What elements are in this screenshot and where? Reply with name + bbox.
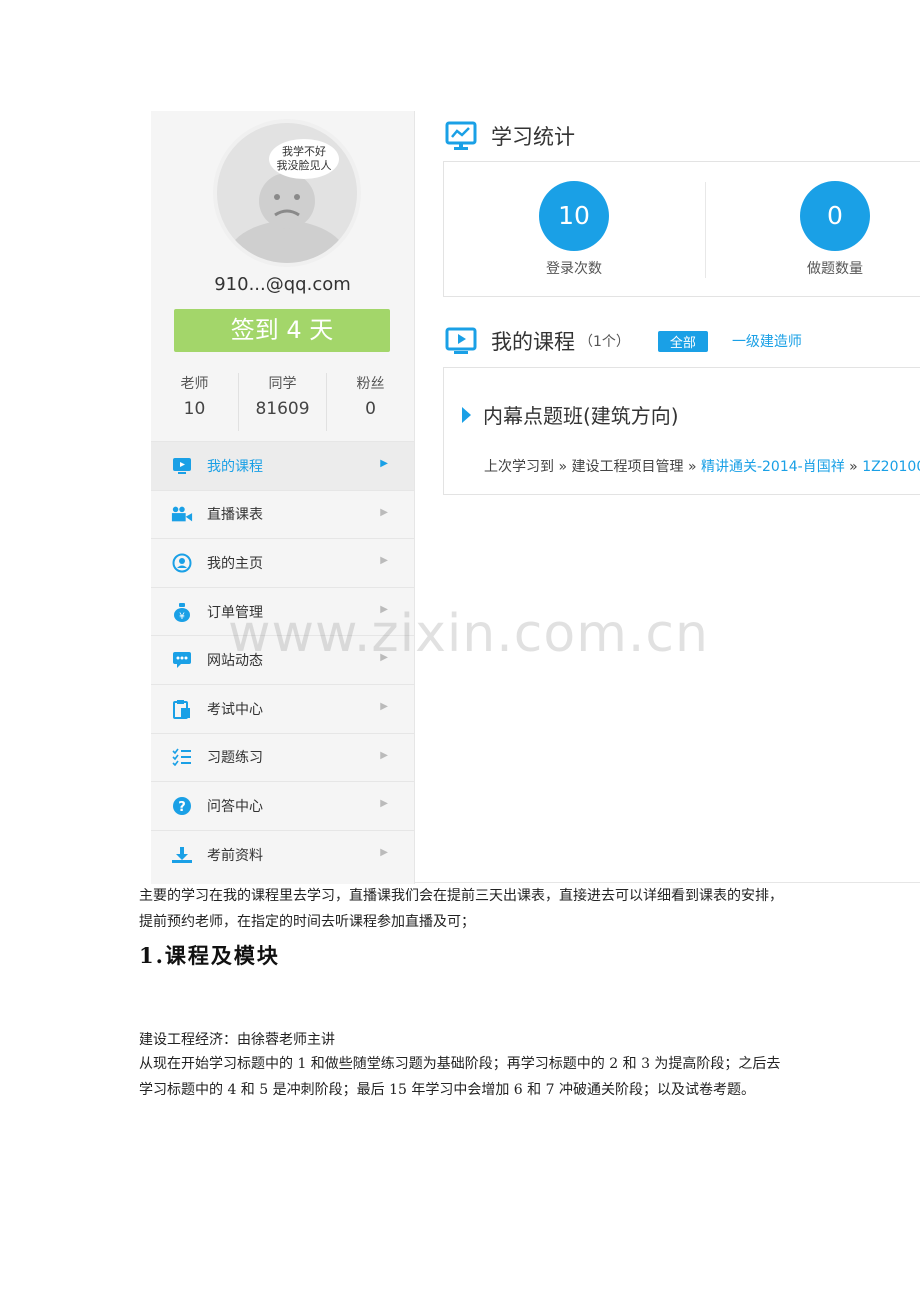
last-studied-lesson-link[interactable]: 1Z20100	[862, 459, 920, 475]
last-studied-subject: 建设工程项目管理	[571, 459, 684, 475]
stat-value: 10	[183, 399, 206, 419]
stat-label: 粉丝	[356, 376, 385, 392]
last-studied-prefix: 上次学习到	[484, 459, 554, 475]
screenshot-area: 我学不好 我没脸见人 910...@qq.com 签到 4 天 老师 10 同学…	[0, 0, 920, 884]
svg-text:¥: ¥	[179, 612, 185, 622]
sidebar-item-label: 考试中心	[207, 701, 263, 718]
stat-classmates[interactable]: 同学 81609	[239, 373, 327, 431]
monitor-icon	[445, 327, 477, 354]
user-stats: 老师 10 同学 81609 粉丝 0	[151, 373, 414, 431]
study-stats-title: 学习统计	[491, 125, 575, 149]
section-heading: 1.课程及模块	[139, 943, 280, 968]
stat-value: 0	[365, 399, 376, 419]
sidebar-item-label: 考前资料	[207, 847, 263, 864]
user-email: 910...@qq.com	[214, 274, 351, 295]
course-card: 内幕点题班(建筑方向) 上次学习到 » 建设工程项目管理 » 精讲通关-2014…	[443, 367, 920, 495]
course-title-row[interactable]: 内幕点题班(建筑方向)	[462, 400, 679, 429]
clipboard-icon	[171, 698, 193, 720]
course-count: （1个）	[579, 334, 630, 350]
stat-fans[interactable]: 粉丝 0	[327, 373, 414, 431]
sidebar-item-label: 我的主页	[207, 555, 263, 572]
monitor-icon	[171, 455, 193, 477]
sidebar-item-homepage[interactable]: 我的主页 ▶	[151, 538, 414, 587]
stat-label: 同学	[268, 376, 297, 392]
last-studied: 上次学习到 » 建设工程项目管理 » 精讲通关-2014-肖国祥 » 1Z201…	[484, 456, 920, 476]
chevron-right-icon: ▶	[380, 700, 388, 712]
sidebar-item-live-schedule[interactable]: 直播课表 ▶	[151, 489, 414, 539]
login-count-value: 10	[539, 181, 609, 251]
filter-first-class-link[interactable]: 一级建造师	[732, 331, 802, 351]
signin-button[interactable]: 签到 4 天	[174, 309, 390, 352]
last-studied-course-link[interactable]: 精讲通关-2014-肖国祥	[701, 459, 845, 475]
chevron-right-icon: ▶	[380, 749, 388, 761]
chevron-right-icon: ▶	[380, 846, 388, 858]
breadcrumb-separator: »	[558, 459, 568, 475]
user-circle-icon	[171, 552, 193, 574]
divider	[705, 182, 706, 278]
chart-board-icon	[445, 121, 477, 150]
camera-icon	[171, 503, 193, 525]
breadcrumb-separator: »	[687, 459, 697, 475]
watermark: www.zixin.com.cn	[228, 604, 709, 664]
chevron-right-icon: ▶	[380, 798, 388, 810]
sidebar-item-label: 习题练习	[207, 750, 263, 767]
course-teacher-line: 建设工程经济：由徐蓉老师主讲	[139, 1032, 335, 1048]
chat-icon	[171, 649, 193, 671]
triangle-right-icon	[462, 406, 471, 423]
sidebar-item-label: 我的课程	[207, 458, 263, 475]
study-stats-panel: 10 登录次数 0 做题数量	[443, 161, 920, 297]
course-title: 内幕点题班(建筑方向)	[483, 404, 679, 428]
filter-all-button[interactable]: 全部	[657, 330, 708, 352]
question-icon: ?	[171, 795, 193, 817]
sidebar-item-qa-center[interactable]: ? 问答中心 ▶	[151, 781, 414, 830]
avatar-bubble: 我学不好 我没脸见人	[269, 139, 339, 179]
sidebar-item-my-courses[interactable]: 我的课程 ▶	[151, 441, 414, 490]
sidebar-item-exercises[interactable]: 习题练习 ▶	[151, 732, 414, 782]
stat-value: 81609	[255, 399, 310, 419]
svg-text:?: ?	[178, 800, 186, 815]
my-courses-heading: 我的课程 （1个） 全部 一级建造师	[445, 326, 802, 356]
chevron-right-icon: ▶	[380, 506, 388, 518]
question-count-label: 做题数量	[807, 261, 863, 277]
download-icon	[171, 844, 193, 866]
stat-teachers[interactable]: 老师 10	[151, 373, 239, 431]
question-count-value: 0	[800, 181, 870, 251]
study-plan-paragraph: 从现在开始学习标题中的 1 和做些随堂练习题为基础阶段；再学习标题中的 2 和 …	[139, 1056, 781, 1098]
avatar[interactable]: 我学不好 我没脸见人	[213, 119, 361, 267]
sidebar-item-pre-exam-materials[interactable]: 考前资料 ▶	[151, 829, 414, 879]
chevron-right-icon: ▶	[380, 555, 388, 567]
sidebar: 我学不好 我没脸见人 910...@qq.com 签到 4 天 老师 10 同学…	[151, 111, 415, 884]
login-count-label: 登录次数	[546, 261, 602, 277]
intro-paragraph: 主要的学习在我的课程里去学习，直播课我们会在提前三天出课表，直接进去可以详细看到…	[139, 888, 783, 930]
chevron-right-icon: ▶	[380, 458, 388, 469]
my-courses-title: 我的课程	[491, 330, 575, 354]
breadcrumb-separator: »	[849, 459, 858, 475]
sidebar-item-label: 直播课表	[207, 507, 263, 524]
money-bag-icon: ¥	[171, 601, 193, 623]
sidebar-item-label: 问答中心	[207, 798, 263, 815]
checklist-icon	[171, 746, 193, 768]
study-stats-heading: 学习统计	[445, 121, 575, 151]
stat-label: 老师	[180, 376, 209, 392]
sidebar-item-exam-center[interactable]: 考试中心 ▶	[151, 683, 414, 733]
